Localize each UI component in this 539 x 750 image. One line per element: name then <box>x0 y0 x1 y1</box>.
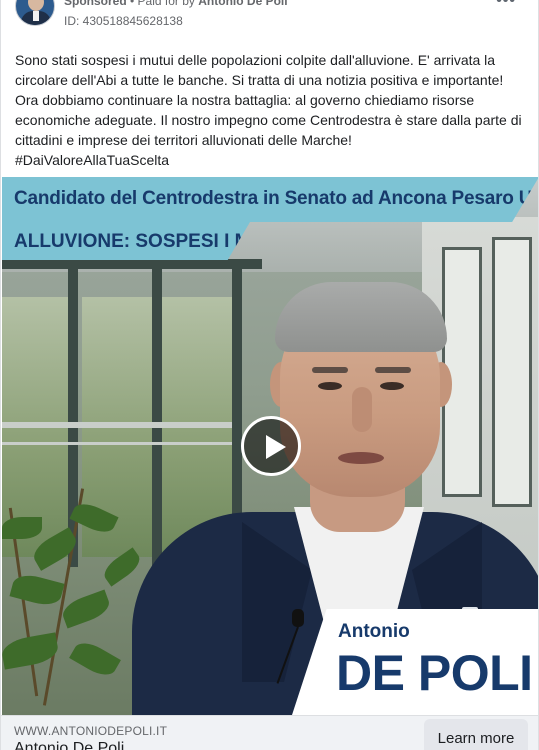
ad-header: Sponsored • Paid for by Antonio De Poli … <box>1 0 538 36</box>
topic-banner: ALLUVIONE: SOSPESI I MUTUI <box>2 222 250 260</box>
link-domain: WWW.ANTONIODEPOLI.IT <box>14 724 168 738</box>
separator: • <box>126 0 138 8</box>
post-hashtag[interactable]: #DaiValoreAllaTuaScelta <box>15 152 169 168</box>
post-text: Sono stati sospesi i mutui delle popolaz… <box>15 50 529 170</box>
name-last: DE POLI <box>336 645 533 701</box>
paid-by-name[interactable]: Antonio De Poli <box>198 0 287 8</box>
sponsored-label: Sponsored <box>64 0 127 8</box>
paid-by-prefix: Paid for by <box>137 0 199 8</box>
sponsor-line: Sponsored • Paid for by Antonio De Poli <box>64 0 288 8</box>
more-horizontal-icon[interactable]: ••• <box>496 0 516 10</box>
avatar[interactable] <box>15 0 55 26</box>
candidate-banner: Candidato del Centrodestra in Senato ad … <box>2 177 539 222</box>
learn-more-button[interactable]: Learn more <box>424 719 528 750</box>
ad-card: Sponsored • Paid for by Antonio De Poli … <box>0 0 539 750</box>
name-first: Antonio <box>338 621 410 642</box>
post-body: Sono stati sospesi i mutui delle popolaz… <box>15 52 522 148</box>
link-headline[interactable]: Antonio De Poli <box>14 740 124 750</box>
link-footer[interactable]: WWW.ANTONIODEPOLI.IT Antonio De Poli Lea… <box>1 715 538 750</box>
video-media[interactable]: Candidato del Centrodestra in Senato ad … <box>2 177 539 715</box>
ad-id: ID: 430518845628138 <box>64 14 183 28</box>
candidate-banner-text: Candidato del Centrodestra in Senato ad … <box>14 188 539 209</box>
play-icon[interactable] <box>241 416 301 476</box>
